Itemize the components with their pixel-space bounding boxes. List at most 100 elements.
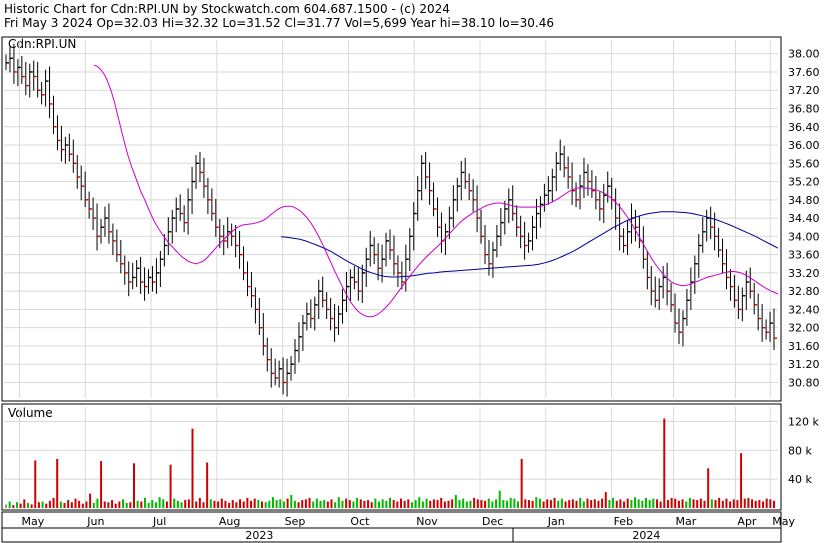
volume-bar [696, 500, 699, 508]
volume-axis: 120 k 80 k 40 k [788, 415, 819, 486]
volume-bar [56, 458, 59, 508]
volume-bar [469, 500, 472, 508]
volume-bar [235, 502, 238, 508]
volume-bar [239, 499, 242, 508]
volume-bar [765, 498, 768, 508]
volume-bar [473, 497, 476, 508]
volume-bar [721, 500, 724, 508]
volume-bar [173, 498, 176, 508]
volume-bar [436, 500, 439, 508]
volume-bar [597, 500, 600, 508]
volume-tick-label: 40 k [788, 473, 812, 486]
volume-bar [67, 500, 70, 508]
volume-bar [169, 464, 172, 508]
volume-bar [560, 498, 563, 508]
volume-bar [356, 497, 359, 508]
volume-bar [5, 504, 7, 508]
volume-bar [345, 498, 348, 508]
month-label: Oct [350, 515, 370, 528]
volume-bar [195, 501, 198, 508]
price-tick-label: 31.60 [788, 340, 820, 353]
volume-bar [242, 501, 245, 508]
price-tick-label: 34.00 [788, 230, 820, 243]
month-label: Sep [285, 515, 306, 528]
volume-bar [685, 501, 688, 508]
volume-bar [282, 501, 285, 508]
volume-bar [637, 499, 640, 508]
volume-bar [114, 503, 117, 508]
volume-bar [630, 500, 633, 508]
volume-bar [425, 498, 428, 508]
volume-bar [491, 501, 494, 508]
volume-bar [718, 497, 721, 508]
volume-bar [352, 501, 355, 508]
volume-bar [374, 498, 377, 508]
volume-bar [304, 499, 307, 508]
volume-bar [634, 497, 637, 508]
volume-bar [641, 500, 644, 508]
volume-bar [147, 502, 150, 508]
volume-bar [45, 503, 48, 508]
volume-bar [59, 501, 62, 508]
volume-bar [337, 497, 340, 508]
month-label: Jun [86, 515, 104, 528]
volume-bar [180, 502, 183, 508]
volume-bar [370, 502, 373, 508]
volume-bar [85, 501, 88, 508]
price-tick-label: 32.00 [788, 322, 820, 335]
volume-bar [308, 497, 311, 508]
volume-bar [546, 499, 549, 508]
volume-bar [224, 500, 227, 508]
volume-bar [315, 498, 318, 508]
volume-bar [623, 501, 626, 508]
volume-bar [531, 500, 534, 508]
volume-bar [206, 462, 209, 508]
volume-bar [732, 499, 735, 508]
volume-bar [154, 502, 157, 508]
volume-bar [89, 493, 92, 508]
month-label: Feb [614, 515, 633, 528]
volume-bar [677, 500, 680, 508]
volume-bar [52, 497, 55, 508]
volume-bar [568, 500, 571, 508]
volume-bar [615, 500, 618, 508]
volume-bar [381, 499, 384, 508]
volume-bar [323, 500, 326, 508]
volume-bar [593, 499, 596, 508]
volume-bar [70, 502, 73, 508]
volume-bar [476, 499, 479, 508]
price-tick-label: 34.40 [788, 212, 820, 225]
volume-bar [674, 498, 677, 508]
volume-bar [326, 501, 329, 508]
volume-bar [418, 497, 421, 508]
volume-bar [666, 500, 669, 508]
volume-bar [48, 500, 51, 508]
volume-bar [762, 501, 765, 508]
volume-bar [509, 497, 512, 508]
volume-bar [41, 501, 44, 508]
volume-bar [527, 500, 530, 508]
volume-bar [293, 500, 296, 508]
volume-bar [359, 499, 362, 508]
volume-bar [213, 500, 216, 508]
volume-bar [604, 492, 607, 508]
volume-bar [535, 497, 538, 508]
volume-bar [440, 497, 443, 508]
volume-bar [429, 500, 432, 508]
volume-label: Volume [8, 406, 53, 420]
volume-bar [740, 453, 743, 508]
volume-bar [659, 501, 662, 508]
volume-bar [754, 500, 757, 508]
price-axis: 38.00 37.60 37.20 36.80 36.40 36.00 35.60 35.20… [788, 48, 820, 390]
volume-bar [198, 497, 201, 508]
volume-bar [608, 500, 611, 508]
volume-bar [407, 499, 410, 508]
year-axis-row [1, 527, 782, 543]
price-tick-label: 38.00 [788, 48, 820, 61]
volume-bar [421, 501, 424, 508]
volume-bar [454, 495, 457, 508]
volume-bar [670, 497, 673, 508]
volume-bar [699, 498, 702, 508]
volume-bar [231, 500, 234, 508]
volume-bar [187, 499, 190, 508]
